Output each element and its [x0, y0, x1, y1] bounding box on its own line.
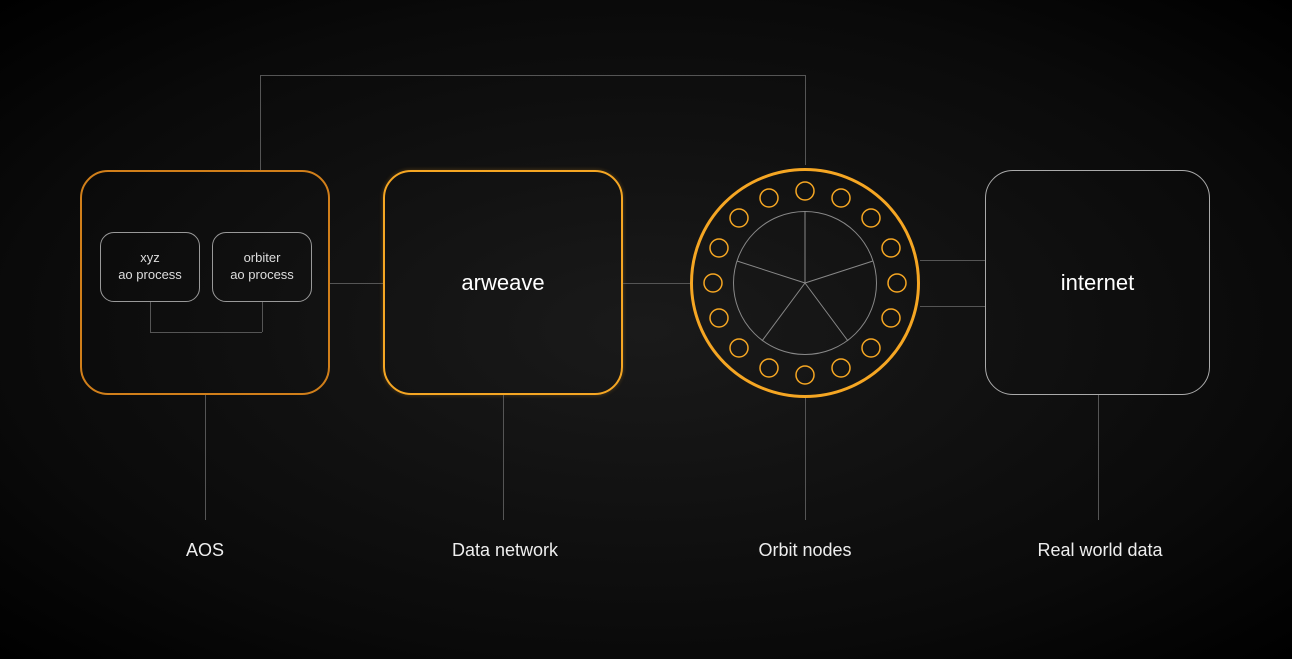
connector-line [260, 75, 805, 76]
arweave-label: arweave [461, 270, 544, 296]
connector-line [205, 395, 206, 520]
connector-line [150, 332, 262, 333]
connector-line [330, 283, 383, 284]
xyz-process-subnode: xyz ao process [100, 232, 200, 302]
diagram-canvas: xyz ao process orbiter ao process arweav… [0, 0, 1292, 659]
orbit-dots-icon [693, 171, 917, 395]
subnode-label: ao process [230, 267, 294, 282]
connector-line [920, 306, 985, 307]
aos-node: xyz ao process orbiter ao process [80, 170, 330, 395]
orbit-node [690, 168, 920, 398]
data-network-label: Data network [440, 540, 570, 561]
real-world-data-label: Real world data [1025, 540, 1175, 561]
subnode-label: orbiter [244, 250, 281, 265]
connector-line [805, 398, 806, 520]
orbit-nodes-label: Orbit nodes [750, 540, 860, 561]
aos-label: AOS [155, 540, 255, 561]
connector-line [150, 302, 151, 332]
connector-line [920, 260, 985, 261]
connector-line [260, 75, 261, 170]
connector-line [805, 75, 806, 165]
subnode-label: ao process [118, 267, 182, 282]
connector-line [1098, 395, 1099, 520]
internet-label: internet [1061, 270, 1134, 296]
connector-line [503, 395, 504, 520]
internet-node: internet [985, 170, 1210, 395]
arweave-node: arweave [383, 170, 623, 395]
connector-line [623, 283, 690, 284]
connector-line [262, 302, 263, 332]
subnode-label: xyz [140, 250, 160, 265]
orbiter-process-subnode: orbiter ao process [212, 232, 312, 302]
